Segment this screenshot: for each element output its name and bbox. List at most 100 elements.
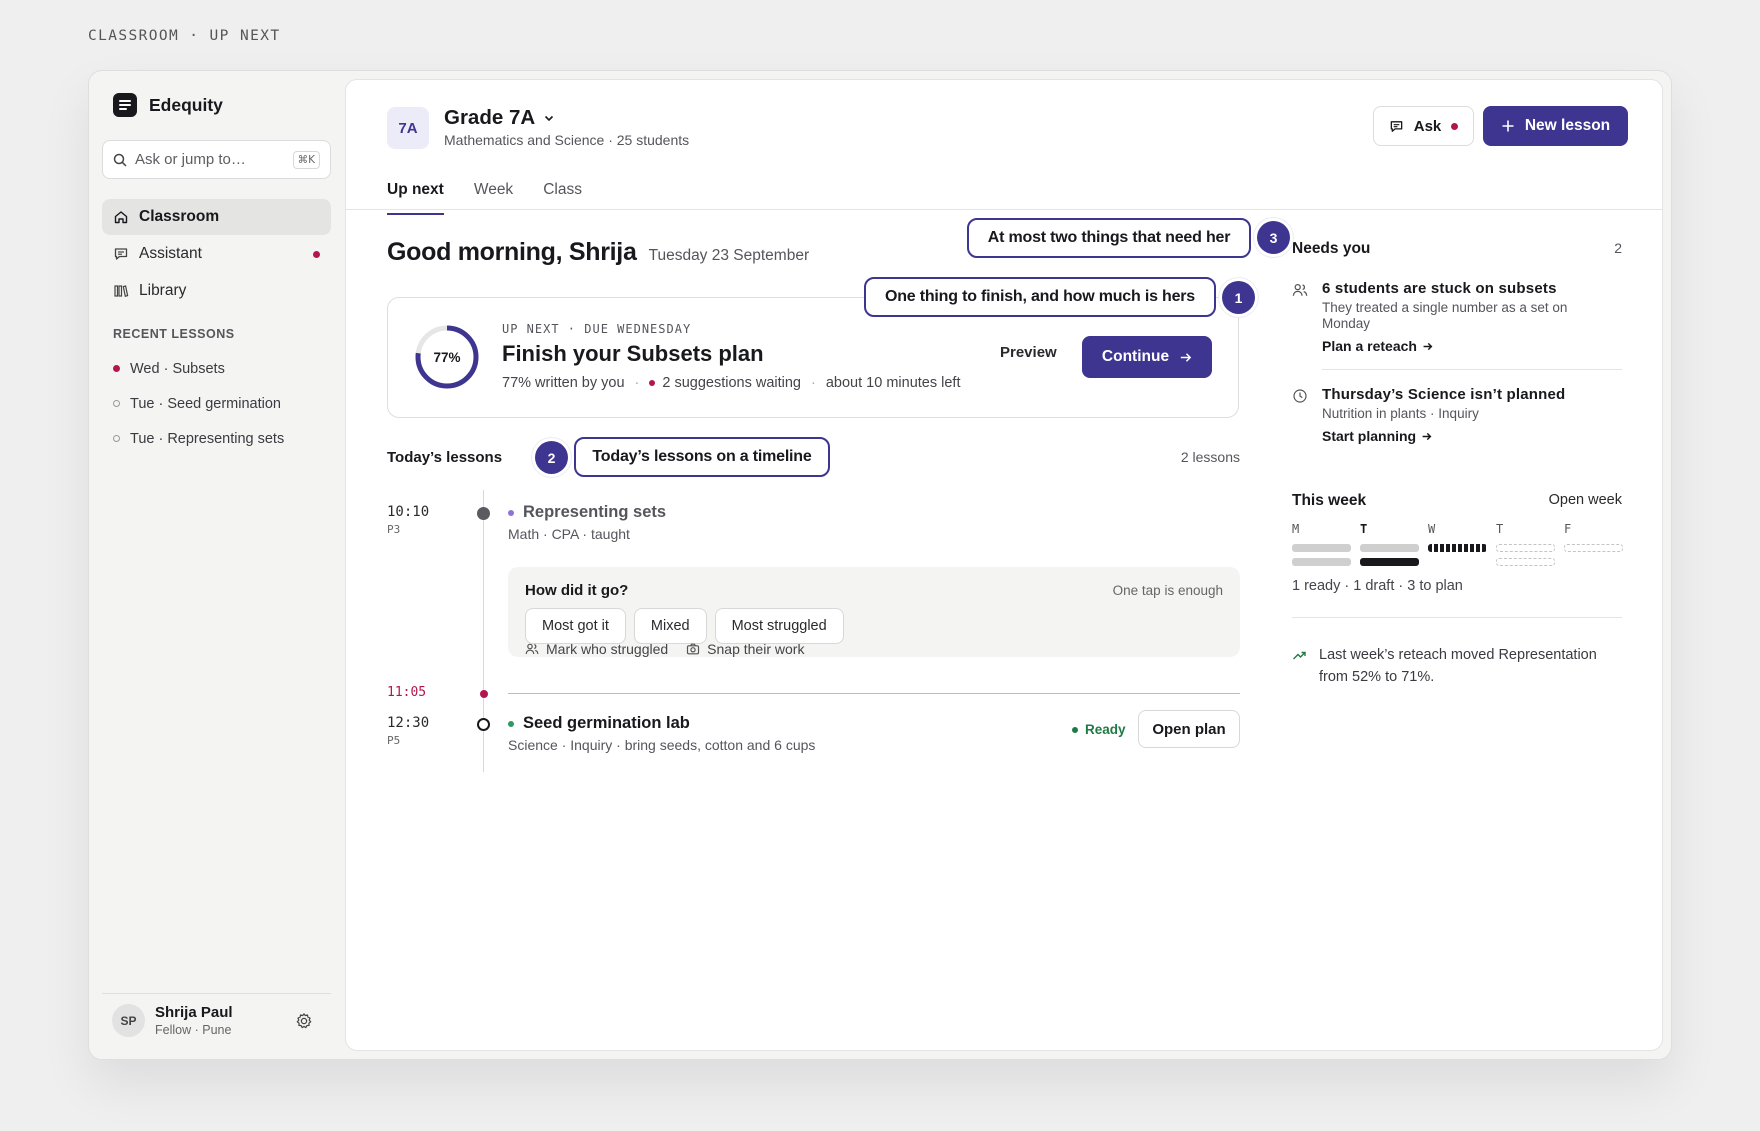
annotation-number-badge: 3 <box>1257 221 1290 254</box>
week-lesson-to-plan[interactable] <box>1496 544 1555 552</box>
lesson-time: 12:30 <box>387 715 430 731</box>
app-window: Edequity ⌘K Classroom Assistant Library <box>88 70 1672 1060</box>
brand-name: Edequity <box>149 94 223 115</box>
camera-icon <box>687 643 700 655</box>
mark-struggled-button[interactable]: Mark who struggled <box>525 641 668 657</box>
time-left: about 10 minutes left <box>825 375 961 391</box>
sidebar: Edequity ⌘K Classroom Assistant Library <box>89 71 345 1059</box>
ask-label: Ask <box>1413 117 1442 135</box>
feedback-option-mixed[interactable]: Mixed <box>633 608 707 644</box>
user-role: Fellow · Pune <box>155 1023 232 1037</box>
recent-lesson-item[interactable]: Tue · Seed germination <box>113 386 284 421</box>
chevron-down-icon <box>545 115 554 122</box>
recent-lesson-item[interactable]: Wed · Subsets <box>113 351 284 386</box>
page-label: CLASSROOM · UP NEXT <box>88 28 281 44</box>
search-shortcut: ⌘K <box>292 150 320 169</box>
start-planning-link[interactable]: Start planning <box>1322 428 1432 444</box>
insight-text: Last week’s reteach moved Representation… <box>1319 647 1597 685</box>
week-lesson-ready[interactable] <box>1292 544 1351 552</box>
mark-struggled-label: Mark who struggled <box>546 641 669 657</box>
up-next-eyebrow: UP NEXT · DUE WEDNESDAY <box>502 322 692 336</box>
week-day-label: F <box>1564 522 1572 536</box>
sidebar-item-assistant[interactable]: Assistant <box>102 236 331 272</box>
recent-lessons-list: Wed · Subsets Tue · Seed germination Tue… <box>113 351 284 456</box>
divider <box>1292 617 1622 618</box>
needs-you-desc: Nutrition in plants · Inquiry <box>1322 406 1479 421</box>
lesson-title[interactable]: Representing sets <box>508 503 666 522</box>
user-profile[interactable]: SP Shrija Paul Fellow · Pune <box>102 993 331 1037</box>
brand-logo-icon <box>113 93 137 117</box>
class-selector[interactable]: Grade 7A <box>444 106 555 130</box>
feedback-hint: One tap is enough <box>1112 583 1223 598</box>
continue-label: Continue <box>1101 348 1170 365</box>
week-day-label: T <box>1360 522 1368 536</box>
week-lesson-to-plan[interactable] <box>1564 544 1623 552</box>
search-input[interactable] <box>135 151 285 168</box>
library-icon <box>114 285 129 297</box>
week-day-label: T <box>1496 522 1504 536</box>
search-icon <box>113 153 127 167</box>
open-plan-button[interactable]: Open plan <box>1138 710 1240 748</box>
up-next-title: Finish your Subsets plan <box>502 341 764 366</box>
greeting-date: Tuesday 23 September <box>648 247 810 264</box>
week-lesson-to-plan[interactable] <box>1496 558 1555 566</box>
annotation-number-badge: 1 <box>1222 281 1255 314</box>
open-week-link[interactable]: Open week <box>1549 492 1622 508</box>
written-share: 77% written by you <box>502 375 625 391</box>
lesson-title-text: Seed germination lab <box>523 714 690 732</box>
arrow-right-icon <box>1422 432 1432 440</box>
lesson-time: 10:10 <box>387 504 430 520</box>
user-name: Shrija Paul <box>155 1004 233 1021</box>
suggestions-indicator: 2 suggestions waiting <box>649 375 801 391</box>
plan-reteach-label: Plan a reteach <box>1322 338 1417 354</box>
sidebar-item-classroom[interactable]: Classroom <box>102 199 331 235</box>
preview-button[interactable]: Preview <box>1000 344 1057 361</box>
class-title: Grade 7A <box>444 106 536 129</box>
this-week-heading: This week <box>1292 492 1367 509</box>
recent-lesson-label: Tue · Representing sets <box>130 430 285 447</box>
recent-marker-ring <box>113 435 120 442</box>
gear-icon[interactable] <box>295 1012 313 1030</box>
sidebar-item-library[interactable]: Library <box>102 273 331 309</box>
week-lesson-draft[interactable] <box>1428 544 1487 552</box>
sidebar-item-label: Assistant <box>139 245 202 262</box>
sidebar-nav: Classroom Assistant Library <box>102 199 331 310</box>
ask-button[interactable]: Ask <box>1373 106 1474 146</box>
greeting: Good morning, Shrija Tuesday 23 Septembe… <box>387 238 809 267</box>
avatar: SP <box>112 1004 145 1037</box>
needs-you-title: 6 students are stuck on subsets <box>1322 280 1557 297</box>
plan-reteach-link[interactable]: Plan a reteach <box>1322 338 1433 354</box>
current-time-dot <box>480 690 488 698</box>
class-subtitle: Mathematics and Science · 25 students <box>444 132 690 148</box>
needs-you-header: Needs you 2 <box>1292 240 1622 258</box>
current-time-line <box>508 693 1240 694</box>
snap-work-label: Snap their work <box>707 641 805 657</box>
feedback-option-most-struggled[interactable]: Most struggled <box>714 608 844 644</box>
search-box[interactable]: ⌘K <box>102 140 331 179</box>
recent-marker-filled <box>113 365 120 372</box>
recent-lesson-label: Wed · Subsets <box>130 360 225 377</box>
continue-button[interactable]: Continue <box>1082 336 1212 378</box>
lesson-title[interactable]: Seed germination lab <box>508 714 690 733</box>
feedback-question: How did it go? <box>525 582 629 599</box>
recent-lesson-item[interactable]: Tue · Representing sets <box>113 421 284 456</box>
week-lesson-ready[interactable] <box>1360 544 1419 552</box>
notification-dot <box>1451 122 1459 130</box>
divider <box>1322 369 1622 370</box>
lesson-meta: Math · CPA · taught <box>508 526 630 542</box>
new-lesson-button[interactable]: New lesson <box>1483 106 1628 146</box>
trend-up-icon <box>1293 651 1306 660</box>
timeline-node-upcoming <box>477 718 490 731</box>
home-icon <box>114 211 128 224</box>
lessons-count: 2 lessons <box>1180 449 1240 465</box>
week-lesson-today[interactable] <box>1360 558 1419 566</box>
snap-work-button[interactable]: Snap their work <box>686 641 804 657</box>
tab-divider <box>346 209 1662 210</box>
users-icon <box>1292 283 1308 296</box>
class-badge: 7A <box>387 107 429 149</box>
week-lesson-ready[interactable] <box>1292 558 1351 566</box>
start-planning-label: Start planning <box>1322 428 1417 444</box>
feedback-actions: Mark who struggled Snap their work <box>525 641 804 657</box>
lesson-title-text: Representing sets <box>523 503 667 521</box>
feedback-option-most-got-it[interactable]: Most got it <box>525 608 626 644</box>
